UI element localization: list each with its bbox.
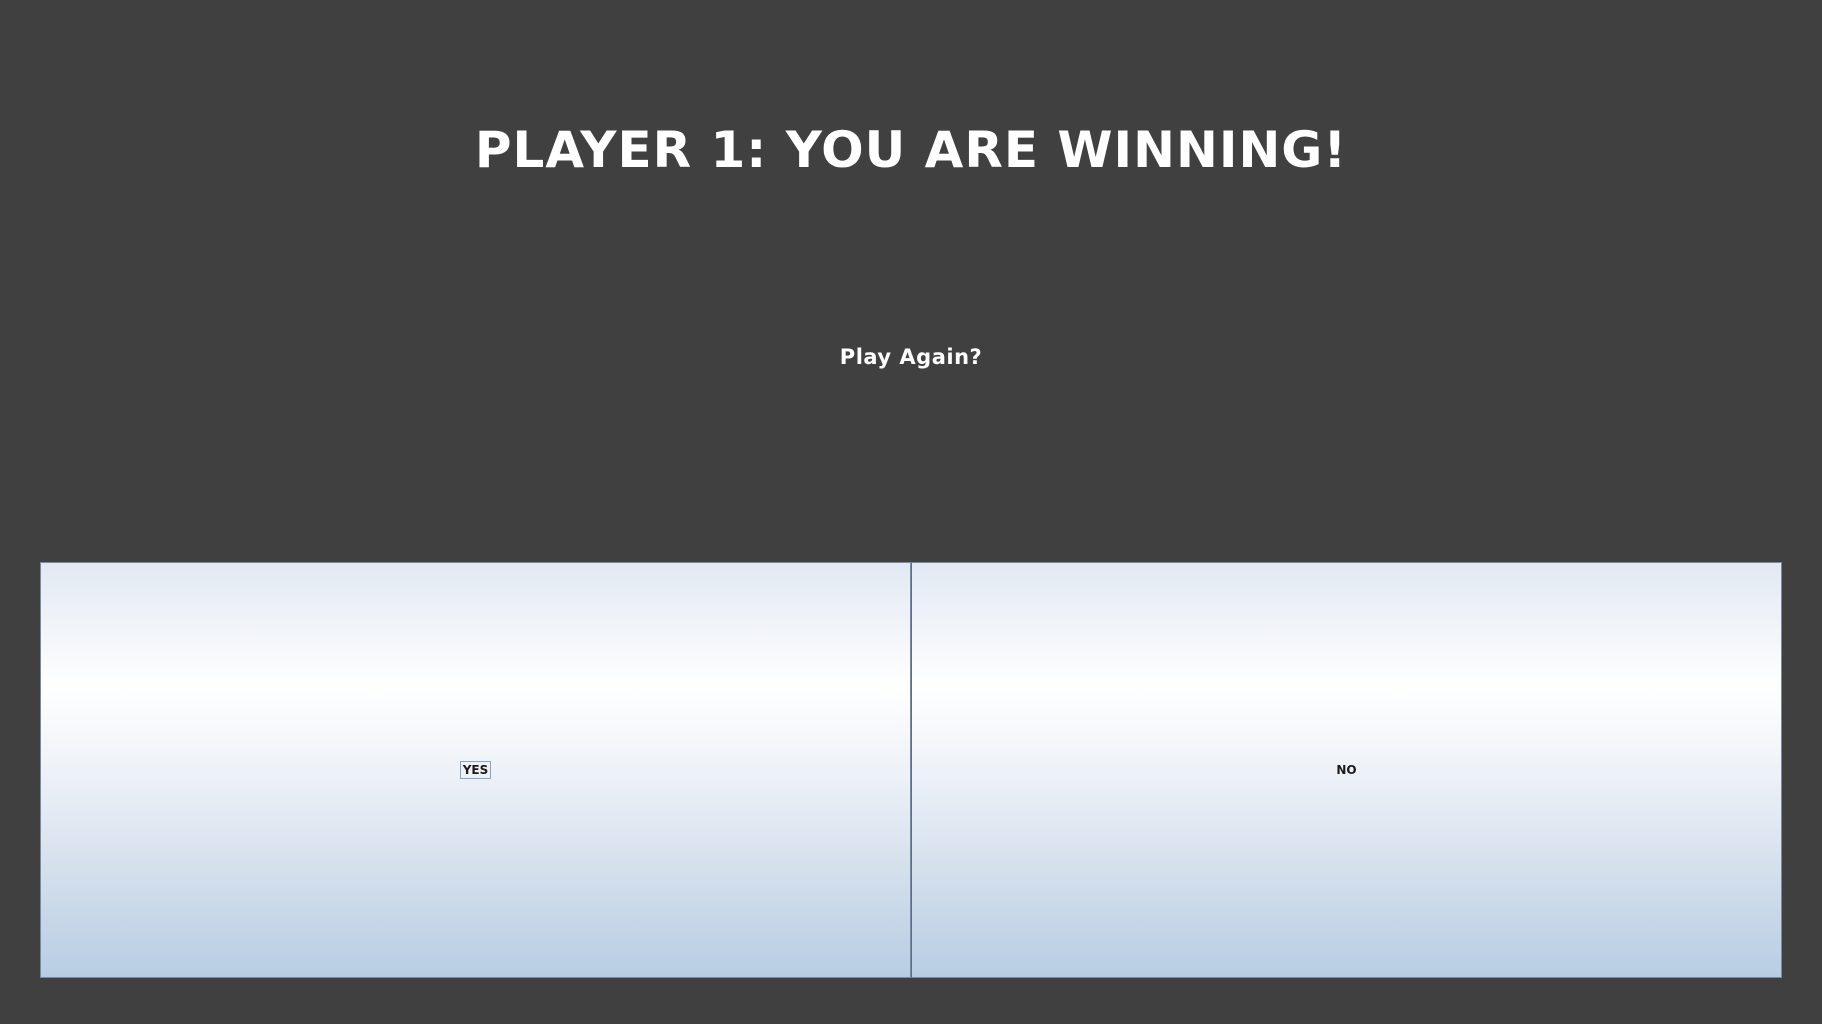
- status-message: PLAYER 1: YOU ARE WINNING!: [474, 121, 1348, 179]
- game-over-screen: PLAYER 1: YOU ARE WINNING! Play Again? Y…: [0, 0, 1822, 1024]
- no-button[interactable]: NO: [911, 562, 1782, 978]
- play-again-prompt: Play Again?: [839, 345, 983, 369]
- choice-button-panel: YES NO: [40, 562, 1782, 978]
- yes-button[interactable]: YES: [40, 562, 911, 978]
- no-button-label: NO: [1336, 763, 1357, 777]
- yes-button-label: YES: [459, 761, 492, 779]
